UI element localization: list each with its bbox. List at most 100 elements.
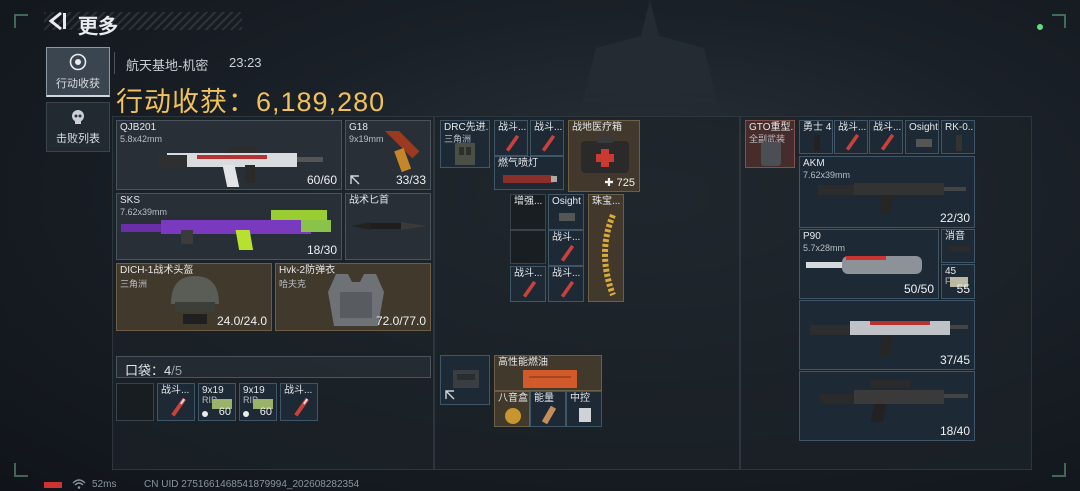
divider: [114, 52, 115, 74]
backpack-weapon[interactable]: 18/40: [799, 371, 975, 441]
rig-slot-empty[interactable]: [510, 230, 546, 264]
syringe-icon: [560, 280, 575, 298]
bag-item[interactable]: 能量: [530, 391, 566, 427]
ammo-dot-icon: [202, 411, 208, 417]
rig-item-medkit[interactable]: 战地医疗箱 ✚ 725: [568, 120, 640, 192]
backpack-weapon-akm[interactable]: AKM 7.62x39mm 22/30: [799, 156, 975, 228]
pocket-slot-stim[interactable]: 战斗...: [280, 383, 318, 421]
pocket-slot-stim[interactable]: 战斗...: [157, 383, 195, 421]
weapon-slot-primary[interactable]: QJB201 5.8x42mm 60/60: [116, 120, 342, 190]
torch-icon: [503, 175, 557, 183]
pocket-header: 口袋：4/5: [116, 356, 431, 378]
knife-icon: [351, 222, 427, 230]
ammo-count: 50/50: [903, 282, 934, 296]
magazine-icon: [814, 135, 820, 151]
weapon-name: P90: [803, 231, 821, 242]
backpack-item-sight[interactable]: Osight: [905, 120, 939, 154]
item-name: 八音盒: [498, 393, 528, 404]
helmet-slot[interactable]: DICH-1战术头盔 三角洲 24.0/24.0: [116, 263, 272, 331]
syringe-icon: [541, 134, 556, 152]
backpack-item[interactable]: 战斗...: [869, 120, 903, 154]
smg-icon: [806, 256, 922, 274]
map-name: 航天基地-机密: [126, 58, 209, 73]
ammo-count: 37/45: [939, 353, 970, 367]
bag-item-fuel[interactable]: 高性能燃油: [494, 355, 602, 391]
back-arrow-icon[interactable]: [46, 10, 68, 32]
item-name: 珠宝...: [592, 196, 621, 207]
item-name: 增强...: [514, 196, 543, 207]
syringe-icon: [845, 133, 860, 151]
item-name: 消音: [945, 231, 965, 242]
rig-item[interactable]: 战斗...: [548, 266, 584, 302]
backpack-item[interactable]: 消音: [941, 229, 975, 263]
syringe-icon: [560, 244, 575, 262]
pocket-slot-ammo[interactable]: 9x19 RIP 60: [239, 383, 277, 421]
rig-item[interactable]: 战斗...: [510, 266, 546, 302]
backpack-item[interactable]: 战斗...: [834, 120, 868, 154]
durability: 24.0/24.0: [216, 314, 267, 328]
battery-icon: [44, 482, 62, 488]
ammo-count: 18/40: [939, 424, 970, 438]
rig-item[interactable]: 增强...: [510, 194, 546, 230]
discard-icon: [350, 175, 360, 185]
hud-corner-br: [1052, 463, 1066, 477]
rig-item-torch[interactable]: 燃气喷灯: [494, 156, 564, 190]
rig-item[interactable]: 战斗...: [494, 120, 528, 156]
backpack-item[interactable]: RK-0...: [941, 120, 975, 154]
suppressor-icon: [948, 246, 970, 252]
melee-slot[interactable]: 战术匕首: [345, 193, 431, 260]
bag-slot[interactable]: [440, 355, 490, 405]
rifle-icon: [121, 210, 331, 250]
skull-icon: [72, 110, 84, 124]
rig-slot[interactable]: DRC先进... 三角洲: [440, 120, 490, 168]
rig-icon: [455, 143, 475, 165]
harvest-label: 行动收获：: [116, 87, 256, 117]
pocket-total: /5: [171, 363, 183, 378]
syringe-icon: [522, 280, 537, 298]
rig-item[interactable]: 战斗...: [530, 120, 564, 156]
item-name: 中控: [570, 393, 590, 404]
medkit-count: 725: [616, 177, 635, 189]
ammo-count: 22/30: [939, 211, 970, 225]
syringe-icon: [171, 397, 186, 417]
rig-item-jewel[interactable]: 珠宝...: [588, 194, 624, 302]
weapon-slot-pistol[interactable]: G18 9x19mm 33/33: [345, 120, 431, 190]
music-box-icon: [505, 408, 521, 424]
bag-item[interactable]: 中控: [566, 391, 602, 427]
pocket-label-text: 口袋：: [125, 363, 165, 378]
discard-icon: [445, 390, 455, 400]
syringe-icon: [294, 397, 309, 417]
rig-item[interactable]: 战斗...: [548, 230, 584, 266]
weapon-slot-secondary[interactable]: SKS 7.62x39mm 18/30: [116, 193, 342, 260]
item-source: 哈夫克: [279, 279, 307, 289]
harvest-value: 6,189,280: [256, 87, 386, 117]
weapon-name: G18: [349, 122, 368, 133]
item-count: 55: [956, 282, 970, 296]
weapon-name: 战术匕首: [349, 195, 389, 206]
status-dot: [1037, 24, 1043, 30]
tab-kill-list[interactable]: 击败列表: [46, 102, 110, 152]
armor-slot[interactable]: Hvk-2防弹衣 哈夫克 72.0/77.0: [275, 263, 431, 331]
item-source: 三角洲: [120, 279, 148, 289]
pocket-slot-empty[interactable]: [116, 383, 154, 421]
pocket-slot-ammo[interactable]: 9x19 RIP 60: [198, 383, 236, 421]
ammo-dot-icon: [243, 411, 249, 417]
backpack-item-ammo[interactable]: 45 FMJ 55: [941, 264, 975, 299]
page-title: 更多: [78, 16, 118, 38]
backpack-weapon[interactable]: 37/45: [799, 300, 975, 370]
ammo-count: 60/60: [306, 173, 337, 187]
sight-icon: [916, 139, 932, 147]
bag-item[interactable]: 八音盒: [494, 391, 530, 427]
target-icon: [69, 53, 87, 70]
item-name: 战斗...: [284, 385, 313, 396]
tab-action-harvest[interactable]: 行动收获: [46, 47, 110, 97]
backpack-item[interactable]: 勇士 45: [799, 120, 833, 154]
rifle-icon: [820, 380, 968, 422]
sight-icon: [559, 213, 575, 221]
backpack-slot[interactable]: GTO重型... 全副武装: [745, 120, 795, 168]
rig-item-sight[interactable]: Osight: [548, 194, 584, 230]
ammo-count: 18/30: [306, 243, 337, 257]
rifle-icon: [810, 321, 968, 355]
backpack-icon: [761, 142, 781, 166]
backpack-weapon-p90[interactable]: P90 5.7x28mm 50/50: [799, 229, 939, 299]
